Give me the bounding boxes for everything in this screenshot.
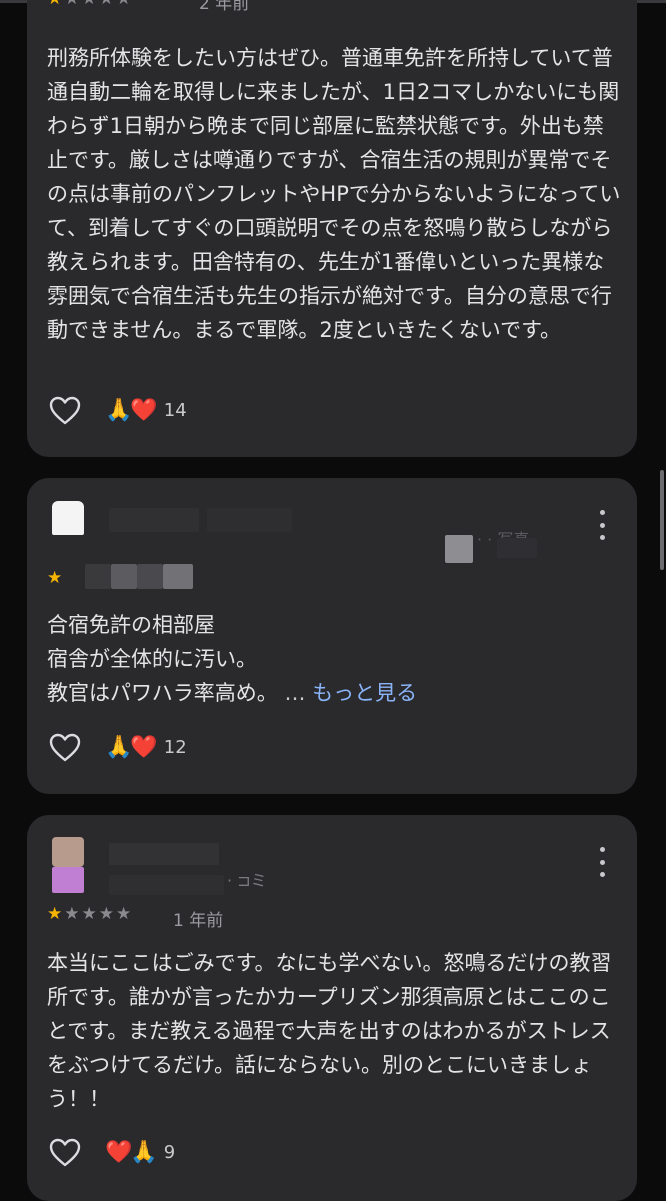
reviewer-name-redacted[interactable]: [109, 843, 219, 865]
ellipsis: …: [284, 681, 306, 705]
reviewer-meta: · ⊐ミ: [227, 871, 267, 890]
star-rating: ★★★★★: [47, 904, 133, 924]
review-text: 本当にここはごみです。なにも学べない。怒鳴るだけの教習所です。誰かが言ったかカー…: [47, 951, 612, 1111]
review-date-redacted: [137, 564, 163, 589]
review-footer: ❤️🙏 9: [47, 1135, 175, 1169]
review-text-line: 教官はパワハラ率高め。: [47, 681, 278, 705]
review-date-redacted: [111, 564, 137, 589]
review-date: 1 年前: [173, 911, 224, 931]
star-icon: ★: [47, 568, 65, 588]
reaction-emojis[interactable]: ❤️🙏: [105, 1140, 158, 1165]
star-icon: ★★★★: [64, 0, 133, 9]
reaction-emojis[interactable]: 🙏❤️: [105, 398, 158, 423]
review-footer: 🙏❤️ 14: [47, 393, 187, 427]
reaction-count: 9: [163, 1141, 176, 1163]
star-icon: ★★★★: [64, 904, 134, 924]
more-vert-icon[interactable]: [597, 847, 607, 877]
star-icon: ★: [47, 904, 65, 924]
review-date-redacted: [163, 564, 193, 589]
more-vert-icon[interactable]: [597, 510, 607, 540]
review-text-line: 合宿免許の相部屋: [47, 613, 215, 637]
reviewer-meta-redacted: [445, 535, 473, 563]
like-button[interactable]: [47, 1135, 83, 1169]
reviewer-meta-redacted: [497, 538, 537, 558]
heart-outline-icon: [49, 1138, 81, 1166]
review-date: 2 年前: [199, 0, 250, 14]
review-card: · ⊐ミ ★★★★★ 1 年前 本当にここはごみです。なにも学べない。怒鳴るだけ…: [27, 815, 637, 1201]
review-text: 刑務所体験をしたい方はぜひ。普通車免許を所持していて普通自動二輪を取得しに来まし…: [47, 46, 621, 342]
reaction-count: 12: [163, 736, 187, 758]
like-button[interactable]: [47, 730, 83, 764]
star-rating: ★★★★★: [47, 0, 133, 9]
avatar[interactable]: [52, 501, 84, 535]
star-icon: ★: [47, 0, 64, 9]
review-card: · · 写真 ★ 合宿免許の相部屋 宿舎が全体的に汚い。 教官はパワハラ率高め。…: [27, 478, 637, 794]
review-text-line: 宿舎が全体的に汚い。: [47, 647, 257, 671]
reaction-count: 14: [163, 399, 187, 421]
heart-outline-icon: [49, 396, 81, 424]
scrollbar[interactable]: [660, 470, 664, 570]
avatar[interactable]: [52, 837, 84, 867]
review-text: 合宿免許の相部屋 宿舎が全体的に汚い。 教官はパワハラ率高め。 … もっと見る: [47, 608, 622, 710]
reviewer-meta-redacted: [109, 875, 224, 895]
avatar: [52, 867, 84, 893]
reviewer-name-redacted[interactable]: [109, 508, 199, 532]
like-button[interactable]: [47, 393, 83, 427]
read-more-link[interactable]: もっと見る: [312, 681, 417, 705]
reviewer-name-redacted: [207, 508, 292, 532]
review-footer: 🙏❤️ 12: [47, 730, 187, 764]
review-card: ★★★★★ 2 年前 刑務所体験をしたい方はぜひ。普通車免許を所持していて普通自…: [27, 0, 637, 457]
review-date-redacted: [85, 564, 111, 589]
heart-outline-icon: [49, 733, 81, 761]
star-rating: ★: [47, 568, 64, 588]
reaction-emojis[interactable]: 🙏❤️: [105, 735, 158, 760]
